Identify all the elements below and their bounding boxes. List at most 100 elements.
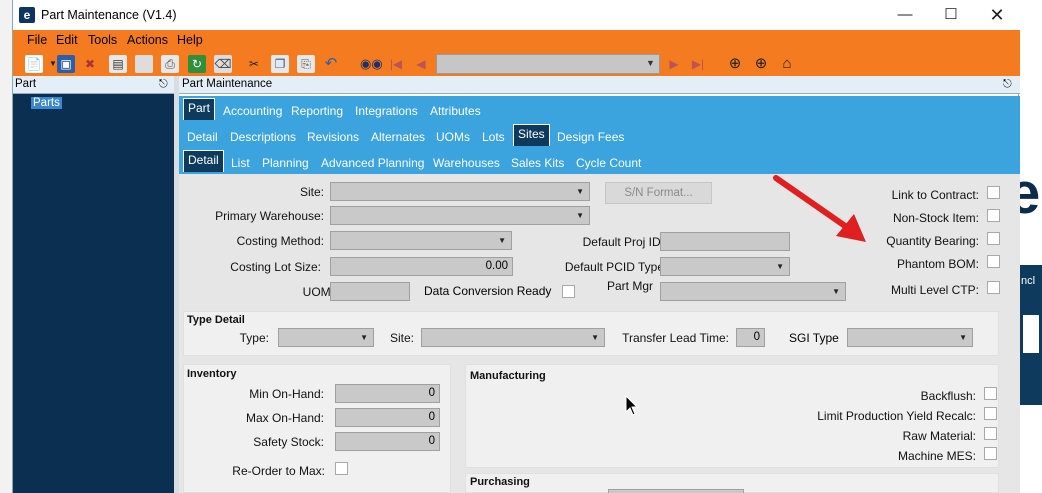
- machine-mes-label: Machine MES:: [897, 449, 976, 463]
- menu-help[interactable]: Help: [177, 33, 203, 47]
- tab-integrations[interactable]: Integrations: [355, 104, 418, 118]
- multi-level-ctp-checkbox[interactable]: [987, 281, 1000, 294]
- safety-stock-value: 0: [428, 435, 435, 447]
- max-on-hand-field[interactable]: 0: [335, 408, 440, 427]
- clear-icon[interactable]: [135, 55, 153, 73]
- tab-cycle-count[interactable]: Cycle Count: [576, 156, 641, 170]
- tab-sites[interactable]: Sites: [513, 124, 550, 146]
- default-pcid-type-dropdown[interactable]: ▼: [660, 257, 790, 276]
- delete-icon[interactable]: ✖: [81, 55, 99, 73]
- first-record-icon[interactable]: |◀: [387, 55, 405, 73]
- toolbar: 📄 ▼ ▣ ✖ ▤ ⎙ ↻ ⌫ ✂ ❐ ⎘ ↶ ◉◉ |◀ ◀ ▼ ▶ ▶| ⊕…: [13, 52, 1020, 76]
- refresh-icon[interactable]: ↻: [188, 55, 206, 73]
- tab-site-detail[interactable]: Detail: [183, 150, 224, 172]
- primary-warehouse-dropdown[interactable]: ▼: [330, 206, 590, 225]
- last-record-icon[interactable]: ▶|: [689, 55, 707, 73]
- menu-tools[interactable]: Tools: [88, 33, 117, 47]
- new-icon[interactable]: 📄: [25, 55, 43, 73]
- sgi-type-dropdown[interactable]: ▼: [847, 328, 973, 347]
- minimize-button[interactable]: —: [882, 0, 928, 30]
- costing-method-dropdown[interactable]: ▼: [330, 231, 512, 250]
- transfer-lead-time-field[interactable]: 0: [736, 328, 765, 347]
- forward-icon[interactable]: ⊕: [752, 55, 770, 73]
- inventory-group: Inventory Min On-Hand: 0 Max On-Hand: 0 …: [183, 364, 451, 493]
- prev-record-icon[interactable]: ◀: [412, 55, 430, 73]
- tab-design-fees[interactable]: Design Fees: [557, 130, 624, 144]
- record-combo[interactable]: ▼: [436, 54, 660, 74]
- paste-icon[interactable]: ⎘: [297, 55, 315, 73]
- quantity-bearing-checkbox[interactable]: [987, 232, 1000, 245]
- backflush-checkbox[interactable]: [984, 387, 997, 400]
- maximize-button[interactable]: ☐: [928, 0, 974, 30]
- costing-lot-size-value: 0.00: [485, 260, 508, 272]
- tab-sales-kits[interactable]: Sales Kits: [511, 156, 564, 170]
- raw-material-checkbox[interactable]: [984, 427, 997, 440]
- purchasing-title: Purchasing: [470, 476, 530, 488]
- back-icon[interactable]: ⊕: [726, 55, 744, 73]
- part-mgr-dropdown[interactable]: ▼: [660, 282, 846, 301]
- safety-stock-field[interactable]: 0: [335, 432, 440, 451]
- machine-mes-checkbox[interactable]: [984, 447, 997, 460]
- close-button[interactable]: ✕: [974, 0, 1020, 30]
- type-label: Type:: [239, 331, 269, 345]
- part-maintenance-header: Part Maintenance ⎋: [179, 76, 1020, 94]
- save-icon[interactable]: ▣: [57, 55, 75, 73]
- tab-descriptions[interactable]: Descriptions: [230, 130, 296, 144]
- purchasing-field[interactable]: [608, 489, 744, 493]
- default-pcid-type-label: Default PCID Type: [564, 260, 664, 274]
- reorder-to-max-checkbox[interactable]: [335, 462, 348, 475]
- tab-detail[interactable]: Detail: [187, 130, 218, 144]
- tab-attributes[interactable]: Attributes: [430, 104, 481, 118]
- pin-icon[interactable]: ⎋: [1003, 78, 1012, 91]
- min-on-hand-field[interactable]: 0: [335, 384, 440, 403]
- menu-edit[interactable]: Edit: [56, 33, 78, 47]
- type-dropdown[interactable]: ▼: [278, 328, 374, 347]
- binoculars-icon[interactable]: ◉◉: [360, 55, 383, 73]
- tab-reporting[interactable]: Reporting: [291, 104, 343, 118]
- epicor-logo-icon: e: [19, 7, 35, 23]
- tab-warehouses[interactable]: Warehouses: [433, 156, 500, 170]
- non-stock-item-checkbox[interactable]: [987, 209, 1000, 222]
- tab-uoms[interactable]: UOMs: [436, 130, 470, 144]
- pin-icon[interactable]: ⎋: [159, 78, 168, 91]
- menu-bar: File Edit Tools Actions Help: [13, 30, 1020, 52]
- max-on-hand-value: 0: [428, 411, 435, 423]
- sn-format-button[interactable]: S/N Format...: [605, 182, 712, 204]
- book-icon[interactable]: ▤: [109, 55, 127, 73]
- costing-lot-size-field[interactable]: 0.00: [330, 257, 513, 276]
- pane-title: Part Maintenance: [182, 78, 273, 90]
- tab-lots[interactable]: Lots: [482, 130, 505, 144]
- home-icon[interactable]: ⌂: [778, 55, 796, 73]
- site-dropdown[interactable]: ▼: [330, 182, 590, 201]
- uom-field[interactable]: [330, 282, 410, 301]
- type-site-dropdown[interactable]: ▼: [421, 328, 605, 347]
- tree-item-parts[interactable]: Parts: [31, 97, 62, 109]
- link-to-contract-checkbox[interactable]: [987, 186, 1000, 199]
- costing-lot-size-label: Costing Lot Size:: [230, 260, 321, 274]
- tab-advanced-planning[interactable]: Advanced Planning: [321, 156, 424, 170]
- tab-alternates[interactable]: Alternates: [371, 130, 425, 144]
- tab-list[interactable]: List: [231, 156, 250, 170]
- tab-accounting[interactable]: Accounting: [223, 104, 282, 118]
- menu-actions[interactable]: Actions: [127, 33, 168, 47]
- eraser-icon[interactable]: ⌫: [214, 55, 232, 73]
- tab-revisions[interactable]: Revisions: [307, 130, 359, 144]
- undo-icon[interactable]: ↶: [322, 55, 340, 73]
- tab-planning[interactable]: Planning: [262, 156, 309, 170]
- menu-file[interactable]: File: [27, 33, 47, 47]
- max-on-hand-label: Max On-Hand:: [245, 411, 324, 425]
- next-record-icon[interactable]: ▶: [665, 55, 683, 73]
- title-bar: e Part Maintenance (V1.4) — ☐ ✕: [13, 0, 1020, 30]
- uom-label: UOM:: [302, 285, 334, 299]
- copy-icon[interactable]: ❐: [271, 55, 289, 73]
- tab-part[interactable]: Part: [183, 98, 216, 120]
- cut-icon[interactable]: ✂: [245, 55, 263, 73]
- phantom-bom-checkbox[interactable]: [987, 255, 1000, 268]
- limit-yield-checkbox[interactable]: [984, 407, 997, 420]
- part-tree-header: Part ⎋: [13, 76, 174, 94]
- window-title: Part Maintenance (V1.4): [41, 8, 177, 22]
- type-detail-group: Type Detail Type: ▼ Site: ▼ Transfer Lea…: [183, 311, 999, 356]
- print-icon[interactable]: ⎙: [161, 55, 179, 73]
- part-mgr-label: Part Mgr: [606, 279, 653, 293]
- background-app-right: [1019, 0, 1042, 493]
